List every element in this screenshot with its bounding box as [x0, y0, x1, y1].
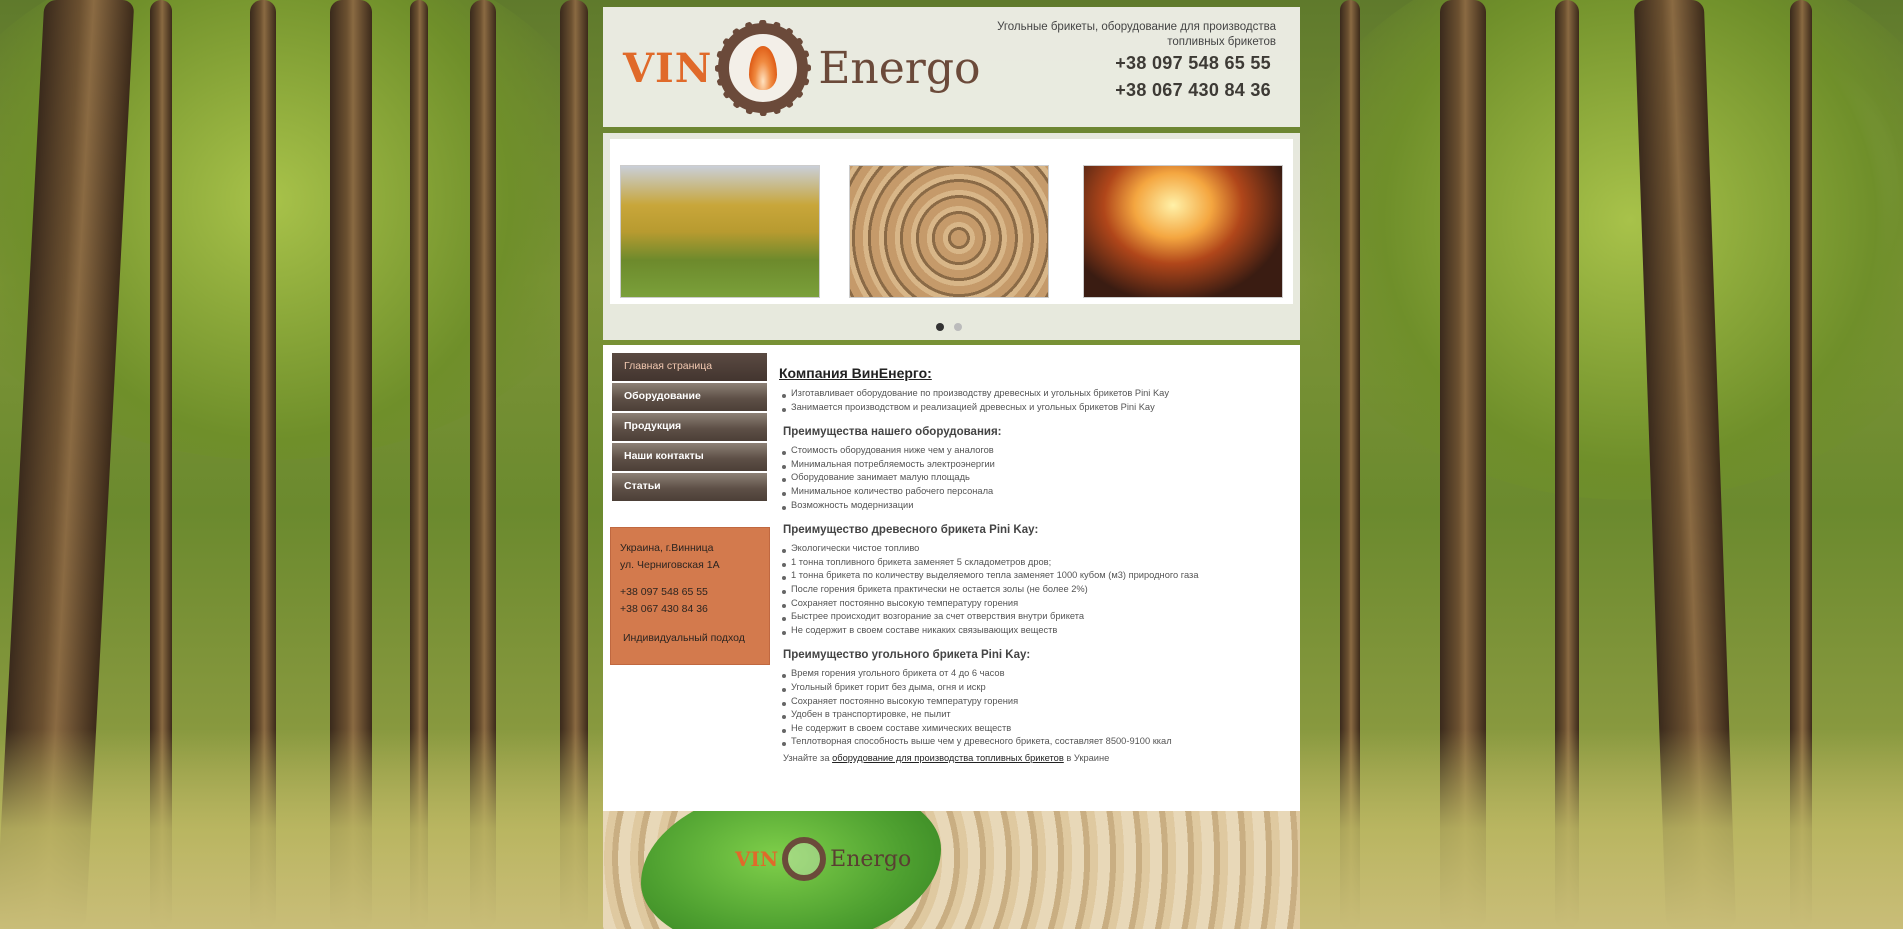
menu-item-equipment[interactable]: Оборудование	[612, 383, 767, 411]
contact-box: Украина, г.Винница ул. Черниговская 1А +…	[610, 527, 770, 665]
intro-list: Изготавливает оборудование по производст…	[781, 387, 1289, 414]
list-item: Не содержит в своем составе химических в…	[781, 722, 1289, 736]
site-footer: VIN Energo	[603, 811, 1300, 929]
equipment-advantages-list: Стоимость оборудования ниже чем у аналог…	[781, 444, 1289, 512]
list-item: Сохраняет постоянно высокую температуру …	[781, 695, 1289, 709]
list-item: Быстрее происходит возгорание за счет от…	[781, 610, 1289, 624]
contact-city: Украина, г.Винница	[620, 542, 714, 554]
equipment-link[interactable]: оборудование для производства топливных …	[832, 753, 1064, 763]
more-info-line: Узнайте за оборудование для производства…	[783, 753, 1289, 763]
footer-logo-energo-text: Energo	[830, 846, 912, 872]
main-content: Главная страница Оборудование Продукция …	[603, 345, 1300, 811]
logo-vin-text: VIN	[623, 44, 713, 92]
menu-item-contacts[interactable]: Наши контакты	[612, 443, 767, 471]
slider-track	[610, 139, 1293, 304]
site-header: VIN Energo Угольные брикеты, оборудовани…	[603, 7, 1300, 127]
list-item: Минимальная потребляемость электроэнерги…	[781, 458, 1289, 472]
section-title-equipment: Преимущества нашего оборудования:	[783, 426, 1002, 439]
side-menu: Главная страница Оборудование Продукция …	[612, 353, 767, 503]
header-tagline: Угольные брикеты, оборудование для произ…	[997, 21, 1276, 48]
autumn-tree-photo[interactable]	[620, 165, 820, 298]
contact-phone-2: +38 067 430 84 36	[620, 603, 708, 615]
list-item: Экологически чистое топливо	[781, 542, 1289, 556]
menu-item-home[interactable]: Главная страница	[612, 353, 767, 381]
list-item: Не содержит в своем составе никаких связ…	[781, 624, 1289, 638]
footer-flame-logo-icon	[782, 837, 827, 881]
list-item: Изготавливает оборудование по производст…	[781, 387, 1289, 401]
image-slider	[603, 133, 1300, 340]
list-item: Угольный брикет горит без дыма, огня и и…	[781, 681, 1289, 695]
contact-approach: Индивидуальный подход	[623, 632, 745, 644]
flame-logo-icon	[715, 20, 812, 116]
menu-item-products[interactable]: Продукция	[612, 413, 767, 441]
article-title: Компания ВинЕнерго:	[779, 365, 932, 381]
logo-energo-text: Energo	[818, 42, 981, 94]
list-item: Время горения угольного брикета от 4 до …	[781, 667, 1289, 681]
section-title-coal-briquette: Преимущество угольного брикета Pini Kay:	[783, 649, 1031, 662]
list-item: Удобен в транспортировке, не пылит	[781, 708, 1289, 722]
more-suffix: в Украине	[1066, 752, 1110, 763]
stacked-logs-photo[interactable]	[849, 165, 1049, 298]
coal-briquette-list: Время горения угольного брикета от 4 до …	[781, 667, 1289, 749]
more-prefix: Узнайте за	[783, 752, 830, 763]
list-item: 1 тонна брикета по количеству выделяемог…	[781, 569, 1289, 583]
list-item: Стоимость оборудования ниже чем у аналог…	[781, 444, 1289, 458]
footer-logo[interactable]: VIN Energo	[735, 837, 911, 881]
section-title-wood-briquette: Преимущество древесного брикета Pini Kay…	[783, 524, 1039, 537]
page-container: VIN Energo Угольные брикеты, оборудовани…	[603, 7, 1300, 929]
header-phone-1: +38 097 548 65 55	[1115, 53, 1271, 73]
list-item: 1 тонна топливного брикета заменяет 5 ск…	[781, 556, 1289, 570]
list-item: Оборудование занимает малую площадь	[781, 471, 1289, 485]
contact-street: ул. Черниговская 1А	[620, 559, 720, 571]
footer-logo-vin-text: VIN	[735, 847, 779, 871]
list-item: Теплотворная способность выше чем у древ…	[781, 735, 1289, 749]
slider-dot-1[interactable]	[936, 323, 944, 331]
list-item: Минимальное количество рабочего персонал…	[781, 485, 1289, 499]
burning-briquettes-photo[interactable]	[1083, 165, 1283, 298]
wood-briquette-list: Экологически чистое топливо 1 тонна топл…	[781, 542, 1289, 637]
slider-dots	[936, 323, 962, 331]
list-item: Занимается производством и реализацией д…	[781, 401, 1289, 415]
list-item: После горения брикета практически не ост…	[781, 583, 1289, 597]
menu-item-articles[interactable]: Статьи	[612, 473, 767, 501]
slider-dot-2[interactable]	[954, 323, 962, 331]
site-logo[interactable]: VIN Energo	[623, 19, 981, 117]
list-item: Сохраняет постоянно высокую температуру …	[781, 597, 1289, 611]
list-item: Возможность модернизации	[781, 499, 1289, 513]
contact-phone-1: +38 097 548 65 55	[620, 586, 708, 598]
header-phone-2: +38 067 430 84 36	[1115, 80, 1271, 100]
article: Компания ВинЕнерго: Изготавливает оборуд…	[779, 365, 1289, 763]
